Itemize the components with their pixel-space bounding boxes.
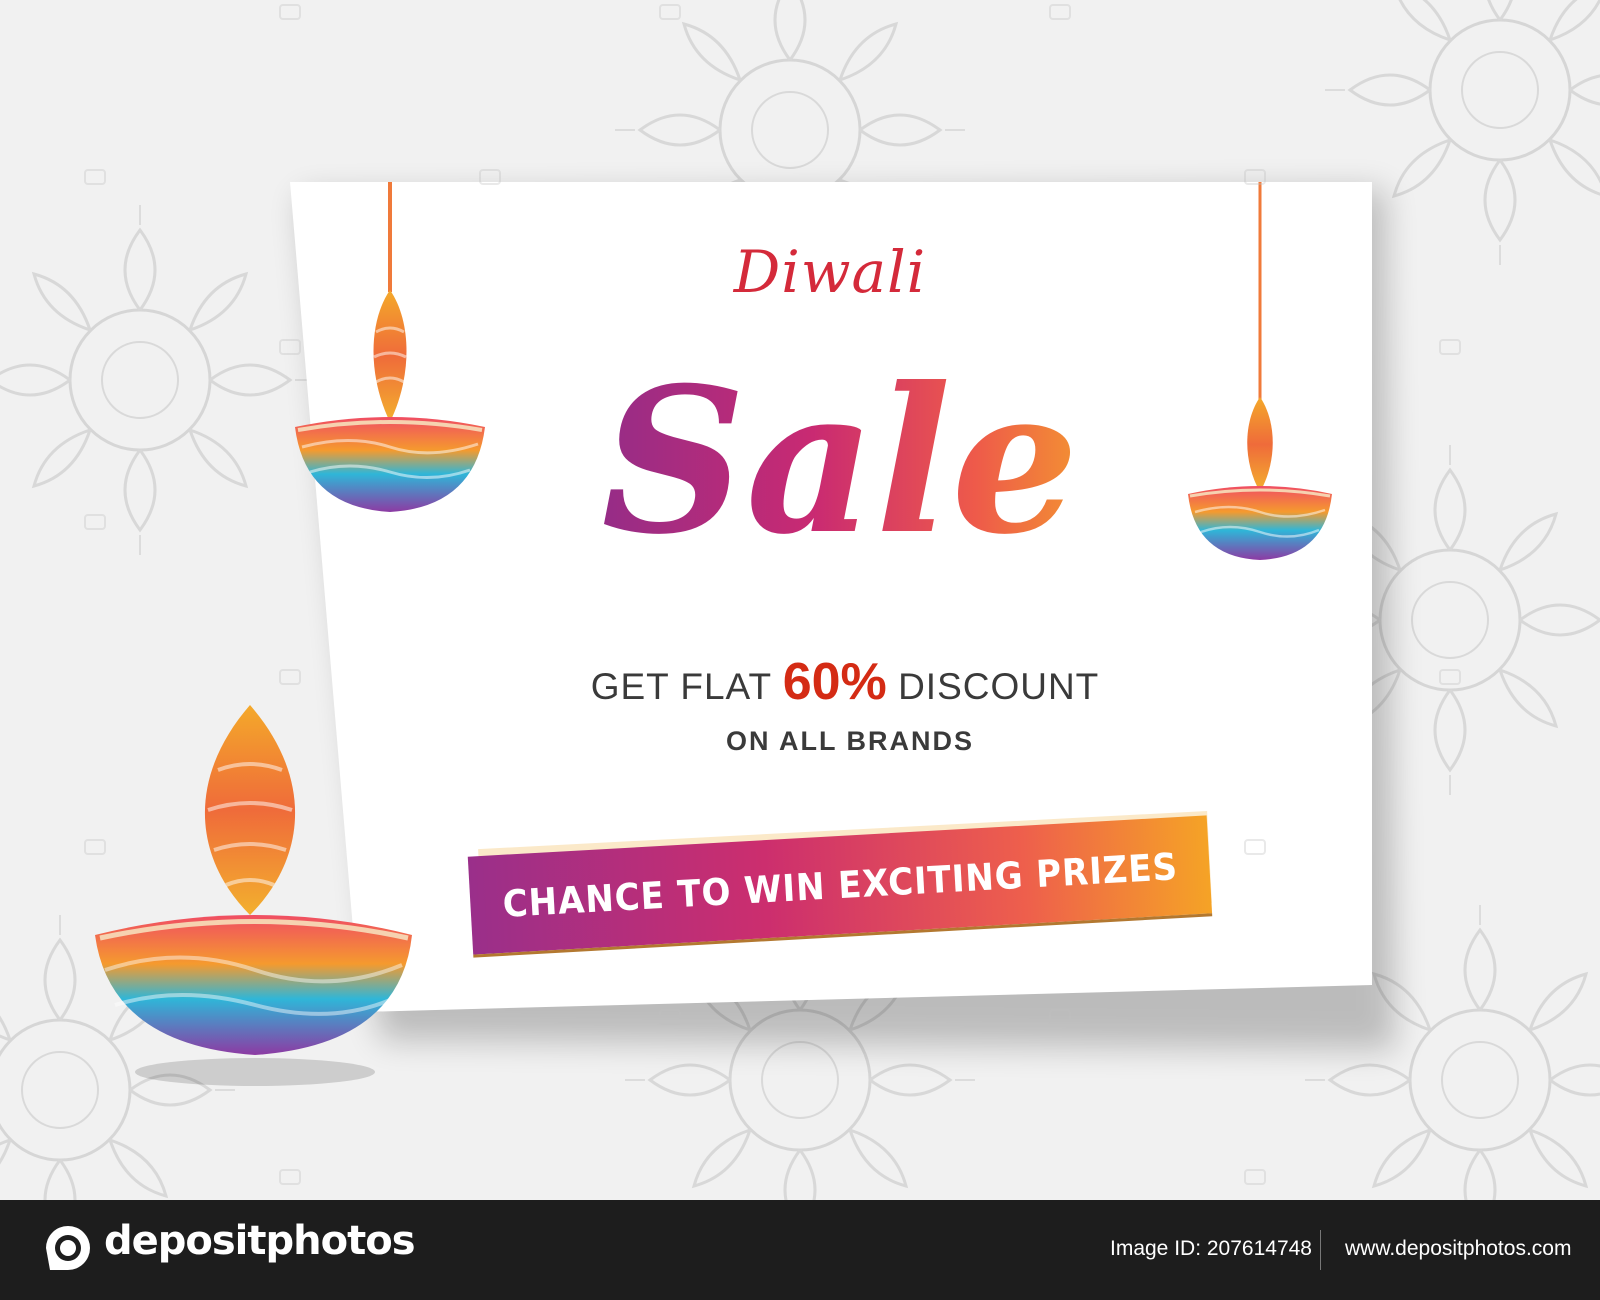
offer-subline: ON ALL BRANDS xyxy=(726,726,974,756)
prize-bar: CHANCE TO WIN EXCITING PRIZES xyxy=(467,815,1213,958)
prize-label: CHANCE TO WIN EXCITING PRIZES xyxy=(501,844,1179,926)
hanging-diya-icon xyxy=(1188,182,1332,560)
footer-bar: depositphotos Image ID: 207614748 www.de… xyxy=(0,1200,1600,1300)
brand-name: depositphotos xyxy=(104,1218,416,1264)
banner-script-title: Diwali xyxy=(733,238,927,306)
camera-logo-icon xyxy=(46,1226,90,1270)
site-url[interactable]: www.depositphotos.com xyxy=(1345,1237,1571,1261)
offer-percent: 60% xyxy=(782,653,887,711)
footer-divider xyxy=(1320,1230,1321,1270)
prize-banner: CHANCE TO WIN EXCITING PRIZES xyxy=(467,810,1230,958)
diya-icon xyxy=(95,705,412,1086)
offer-suffix: DISCOUNT xyxy=(898,666,1100,707)
hanging-diya-icon xyxy=(295,182,485,512)
offer-line: GET FLAT 60% DISCOUNT xyxy=(520,652,1170,712)
banner-main-title: Sale xyxy=(570,352,1110,572)
offer-prefix: GET FLAT xyxy=(590,666,772,707)
image-id: Image ID: 207614748 xyxy=(1110,1237,1312,1260)
